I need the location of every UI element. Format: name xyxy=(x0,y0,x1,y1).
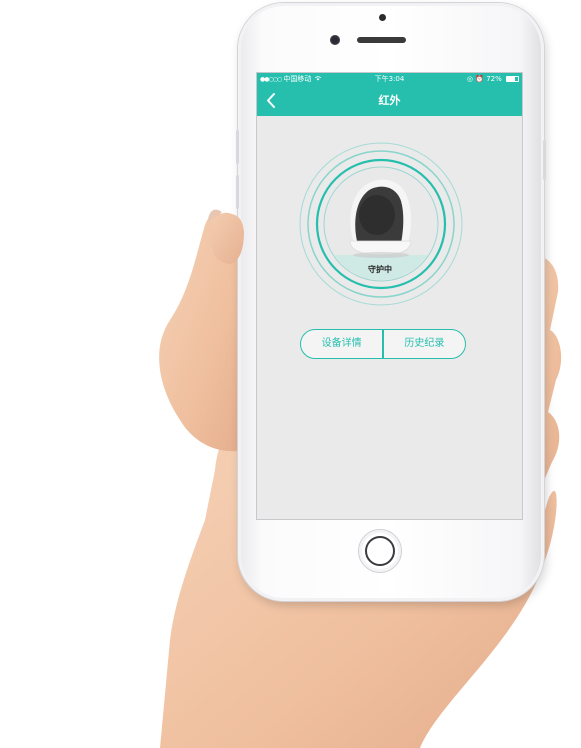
history-button[interactable]: 历史纪录 xyxy=(384,330,465,358)
power-button xyxy=(543,140,546,180)
device-status-label: 守护中 xyxy=(368,265,392,274)
proximity-sensor xyxy=(379,14,386,21)
home-button[interactable] xyxy=(358,529,402,573)
home-button-ring xyxy=(365,536,395,566)
front-camera xyxy=(330,35,340,45)
earpiece-speaker xyxy=(357,37,406,43)
volume-button xyxy=(236,130,239,164)
app-screen: ●●○○○ 中国移动 下午3:04 ◎ ⏰ 72% 红外 守护中 设备详情 历史… xyxy=(256,72,523,520)
volume-button xyxy=(236,175,239,209)
action-button-group: 设备详情 历史纪录 xyxy=(300,329,466,359)
device-image xyxy=(349,179,412,258)
device-details-button[interactable]: 设备详情 xyxy=(301,330,382,358)
guard-rings xyxy=(299,142,463,306)
